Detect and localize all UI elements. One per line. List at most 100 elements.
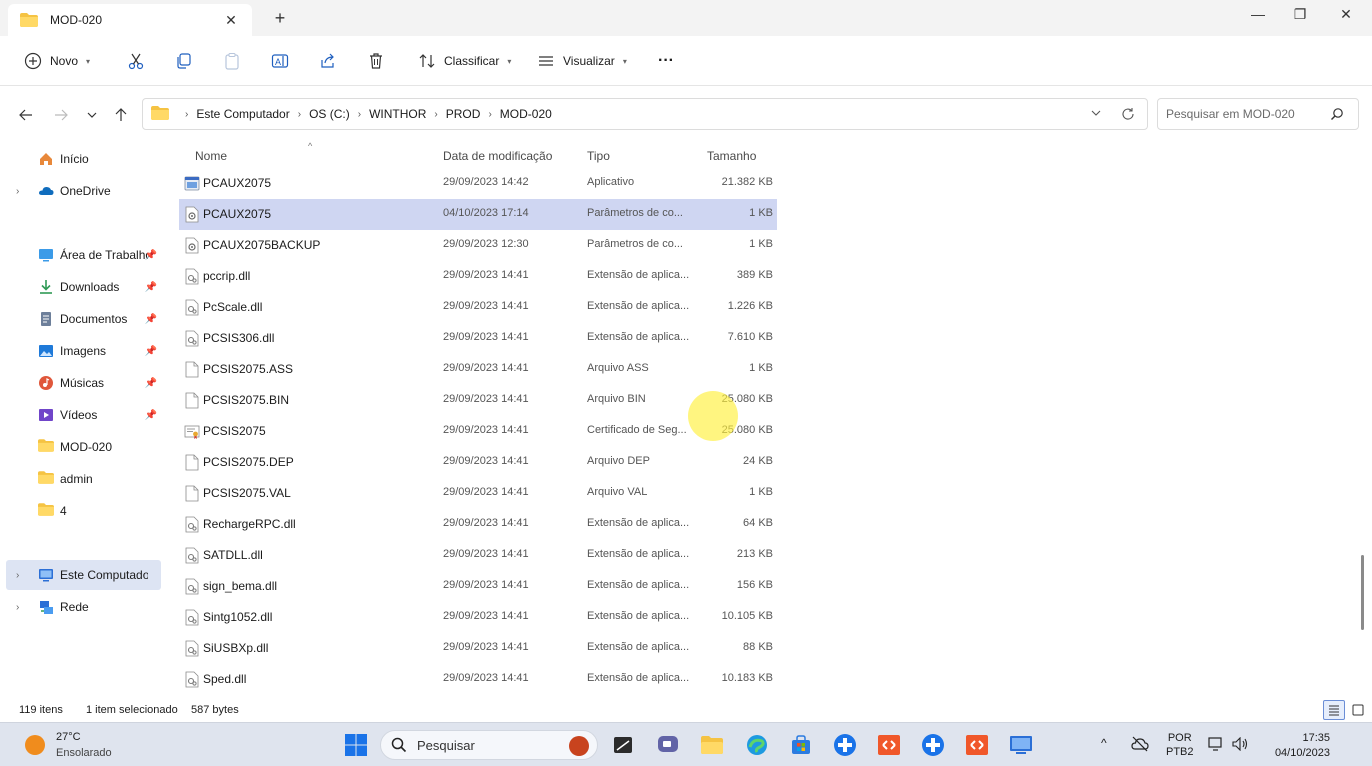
close-window-button[interactable]: ✕: [1334, 6, 1358, 26]
pin-icon[interactable]: 📌: [145, 378, 157, 389]
file-row[interactable]: RechargeRPC.dll 29/09/2023 14:41 Extensão …: [179, 509, 777, 540]
pin-icon[interactable]: 📌: [145, 282, 157, 293]
edge-browser-icon[interactable]: [745, 733, 769, 757]
maximize-button[interactable]: ❐: [1288, 6, 1312, 26]
taskbar-search[interactable]: Pesquisar: [380, 730, 598, 760]
column-header-type[interactable]: Tipo: [587, 149, 610, 163]
file-row[interactable]: PCSIS2075 29/09/2023 14:41 Certificado de …: [179, 416, 777, 447]
search-box[interactable]: [1157, 98, 1359, 130]
breadcrumb-mod-020[interactable]: MOD-020: [500, 107, 552, 121]
weather-condition[interactable]: Ensolarado: [56, 747, 112, 759]
weather-temperature[interactable]: 27°C: [56, 731, 81, 743]
minimize-button[interactable]: —: [1246, 6, 1270, 26]
sidebar-item-admin[interactable]: admin: [6, 464, 161, 494]
back-button[interactable]: [15, 104, 37, 126]
search-input[interactable]: [1166, 107, 1326, 121]
refresh-button[interactable]: [1119, 107, 1137, 123]
cloud-offline-icon[interactable]: [1131, 736, 1149, 755]
sidebar-item-área-de-trabalho[interactable]: Área de Trabalho 📌: [6, 240, 161, 270]
file-explorer-icon[interactable]: [700, 733, 724, 757]
file-row[interactable]: Sintg1052.dll 29/09/2023 14:41 Extensão de…: [179, 602, 777, 633]
new-button[interactable]: Novo ▾: [24, 50, 90, 72]
file-row[interactable]: PCSIS2075.VAL 29/09/2023 14:41 Arquivo VAL…: [179, 478, 777, 509]
file-row[interactable]: SiUSBXp.dll 29/09/2023 14:41 Extensão de a…: [179, 633, 777, 664]
search-icon[interactable]: [1330, 107, 1344, 124]
chevron-right-icon[interactable]: ›: [16, 570, 19, 581]
remote-app-icon[interactable]: [965, 733, 989, 757]
chevron-right-icon[interactable]: ›: [16, 186, 19, 197]
file-row[interactable]: PCAUX2075 04/10/2023 17:14 Parâmetros de c…: [179, 199, 777, 230]
forward-button[interactable]: [50, 104, 72, 126]
file-row[interactable]: PCSIS306.dll 29/09/2023 14:41 Extensão de …: [179, 323, 777, 354]
file-row[interactable]: SATDLL.dll 29/09/2023 14:41 Extensão de ap…: [179, 540, 777, 571]
sidebar-item-4[interactable]: 4: [6, 496, 161, 526]
up-button[interactable]: [110, 104, 132, 126]
sidebar-item-onedrive[interactable]: › OneDrive: [6, 176, 161, 206]
pin-icon[interactable]: 📌: [145, 250, 157, 261]
file-row[interactable]: PcScale.dll 29/09/2023 14:41 Extensão de a…: [179, 292, 777, 323]
pin-icon[interactable]: 📌: [145, 346, 157, 357]
file-row[interactable]: pccrip.dll 29/09/2023 14:41 Extensão de ap…: [179, 261, 777, 292]
sidebar-item-músicas[interactable]: Músicas 📌: [6, 368, 161, 398]
view-button[interactable]: Visualizar ▾: [537, 50, 627, 72]
teams-chat-icon[interactable]: [656, 733, 680, 757]
computer-app-icon[interactable]: [1009, 733, 1033, 757]
chevron-up-icon[interactable]: ^: [1101, 736, 1107, 750]
sidebar-item-este-computador[interactable]: › Este Computador: [6, 560, 161, 590]
network-icon[interactable]: [1208, 737, 1224, 754]
rename-button[interactable]: A: [271, 50, 289, 72]
recent-locations-button[interactable]: [81, 104, 103, 126]
paste-button[interactable]: [223, 50, 241, 72]
chevron-right-icon[interactable]: ›: [488, 109, 491, 120]
chevron-right-icon[interactable]: ›: [16, 602, 19, 613]
app-plus-icon[interactable]: [921, 733, 945, 757]
copy-button[interactable]: [175, 50, 193, 72]
file-row[interactable]: PCAUX2075 29/09/2023 14:42 Aplicativo 21.38…: [179, 168, 777, 199]
remote-app-icon[interactable]: [877, 733, 901, 757]
file-row[interactable]: PCSIS2075.DEP 29/09/2023 14:41 Arquivo DEP…: [179, 447, 777, 478]
keyboard-layout[interactable]: PTB2: [1166, 745, 1194, 759]
more-options-button[interactable]: ···: [658, 50, 674, 72]
sidebar-item-downloads[interactable]: Downloads 📌: [6, 272, 161, 302]
task-view-icon[interactable]: [611, 733, 635, 757]
details-view-button[interactable]: [1323, 700, 1345, 720]
store-icon[interactable]: [789, 733, 813, 757]
sort-button[interactable]: Classificar ▾: [418, 50, 511, 72]
address-bar[interactable]: › Este Computador › OS (C:) › WINTHOR › …: [142, 98, 1148, 130]
chevron-right-icon[interactable]: ›: [298, 109, 301, 120]
column-header-date[interactable]: Data de modificação: [443, 149, 552, 163]
breadcrumb-winthor[interactable]: WINTHOR: [369, 107, 426, 121]
tab-mod-020[interactable]: MOD-020 ✕: [8, 4, 252, 36]
delete-button[interactable]: [367, 50, 385, 72]
file-row[interactable]: PCAUX2075BACKUP 29/09/2023 12:30 Parâmetro…: [179, 230, 777, 261]
pin-icon[interactable]: 📌: [145, 314, 157, 325]
breadcrumb-prod[interactable]: PROD: [446, 107, 481, 121]
column-header-size[interactable]: Tamanho: [707, 149, 756, 163]
app-plus-icon[interactable]: [833, 733, 857, 757]
cut-button[interactable]: [127, 50, 145, 72]
system-clock[interactable]: 17:35 04/10/2023: [1275, 731, 1330, 761]
sidebar-item-início[interactable]: Início: [6, 144, 161, 174]
share-button[interactable]: [319, 50, 337, 72]
breadcrumb-este-computador[interactable]: Este Computador: [196, 107, 289, 121]
volume-icon[interactable]: [1232, 736, 1250, 754]
column-header-name[interactable]: Nome: [195, 149, 227, 163]
address-history-button[interactable]: [1087, 107, 1105, 123]
sidebar-item-imagens[interactable]: Imagens 📌: [6, 336, 161, 366]
sidebar-item-rede[interactable]: › Rede: [6, 592, 161, 622]
breadcrumb-os-c[interactable]: OS (C:): [309, 107, 350, 121]
tiles-view-button[interactable]: [1347, 700, 1369, 720]
language-code[interactable]: POR: [1166, 731, 1194, 745]
pin-icon[interactable]: 📌: [145, 410, 157, 421]
chevron-right-icon[interactable]: ›: [434, 109, 437, 120]
sidebar-item-documentos[interactable]: Documentos 📌: [6, 304, 161, 334]
sidebar-item-vídeos[interactable]: Vídeos 📌: [6, 400, 161, 430]
windows-start-icon[interactable]: [344, 733, 368, 757]
file-row[interactable]: PCSIS2075.ASS 29/09/2023 14:41 Arquivo ASS…: [179, 354, 777, 385]
close-tab-button[interactable]: ✕: [222, 12, 240, 29]
vertical-scrollbar[interactable]: [1361, 555, 1364, 630]
file-row[interactable]: Sped.dll 29/09/2023 14:41 Extensão de apli…: [179, 664, 777, 695]
sun-icon[interactable]: [25, 735, 45, 755]
chevron-right-icon[interactable]: ›: [358, 109, 361, 120]
file-row[interactable]: sign_bema.dll 29/09/2023 14:41 Extensão de…: [179, 571, 777, 602]
